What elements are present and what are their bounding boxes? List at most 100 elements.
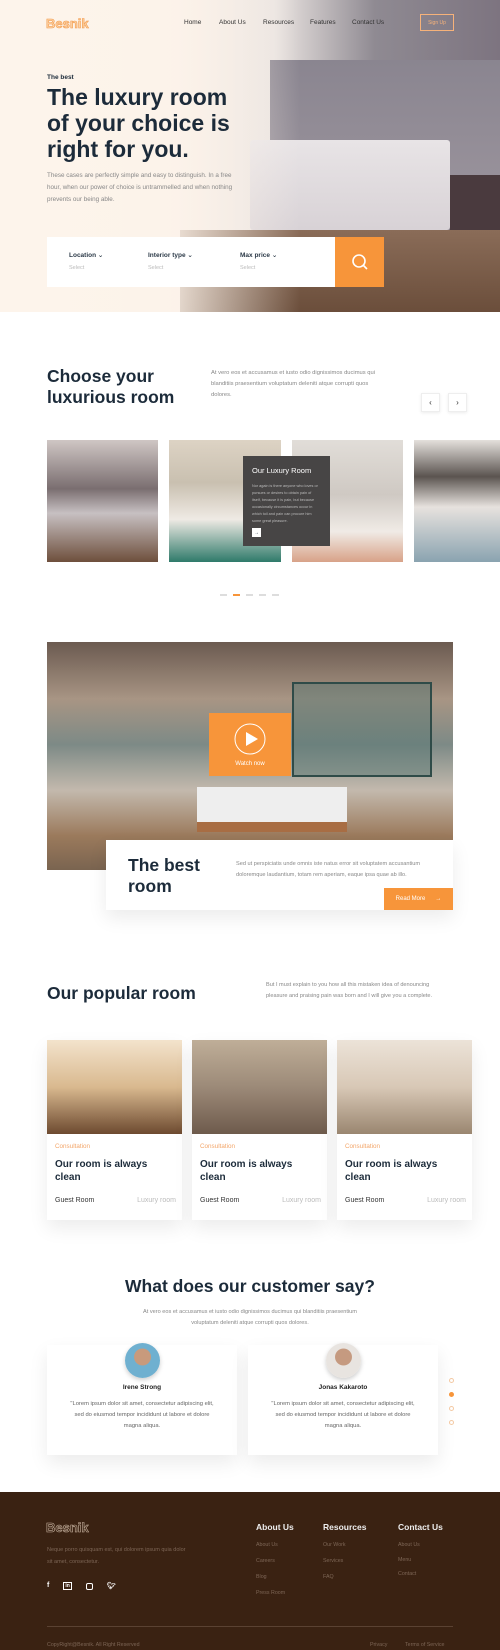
interior-type-select[interactable]: Interior type ⌄ Select	[148, 251, 193, 271]
testimonial-name: Jonas Kakaroto	[318, 1384, 368, 1391]
instagram-icon[interactable]	[85, 1583, 93, 1590]
testimonial-quote: "Lorem ipsum dolor sit amet, consectetur…	[70, 1401, 214, 1429]
room-card-title: Our room is always clean	[200, 1159, 293, 1183]
room-image[interactable]	[414, 440, 500, 562]
copyright: CopyRight@Besnik. All Right Reserved	[47, 1642, 140, 1648]
room-card-type: Guest Room	[55, 1197, 95, 1204]
chevron-down-icon: ⌄	[97, 252, 104, 259]
search-button[interactable]	[335, 237, 384, 287]
popular-title: Our popular room	[47, 983, 196, 1003]
footer-link[interactable]: About Us	[398, 1542, 420, 1548]
overlay-text: Nor again is there anyone who loves or p…	[252, 484, 318, 523]
carousel-dot[interactable]	[246, 594, 253, 596]
hero-description: These cases are perfectly simple and eas…	[47, 172, 233, 203]
footer-link[interactable]: Menu	[398, 1557, 411, 1563]
room-card-type: Guest Room	[345, 1197, 385, 1204]
testimonial-card: Irene Strong "Lorem ipsum dolor sit amet…	[47, 1343, 237, 1455]
room-card-type: Guest Room	[200, 1197, 240, 1204]
location-select[interactable]: Location ⌄ Select	[69, 251, 103, 271]
avatar	[124, 1343, 160, 1378]
footer: Besnik Neque porro quisquam est, qui dol…	[0, 1492, 500, 1650]
sign-up-button[interactable]: Sign Up	[420, 14, 454, 31]
room-card[interactable]: Consultation Our room is always clean Gu…	[47, 1040, 182, 1220]
room-card-tag: Luxury room	[282, 1197, 321, 1204]
watch-now-button[interactable]: Watch now	[209, 713, 291, 776]
popular-description: But I must explain to you how all this m…	[266, 982, 433, 999]
privacy-link[interactable]: Privacy	[370, 1642, 387, 1648]
testimonial-name: Irene Strong	[122, 1384, 162, 1391]
search-icon	[351, 254, 368, 270]
footer-column-title: Resources	[323, 1522, 367, 1532]
search-bar: Location ⌄ Select Interior type ⌄ Select M…	[47, 237, 335, 287]
choose-description: At vero eos et accusamus et iusto odio d…	[211, 370, 376, 398]
best-room-title: The best room	[128, 855, 200, 896]
footer-link[interactable]: Blog	[256, 1574, 267, 1580]
footer-link[interactable]: Services	[323, 1558, 343, 1564]
testimonial-quote: "Lorem ipsum dolor sit amet, consectetur…	[271, 1401, 415, 1429]
carousel-dot[interactable]	[220, 594, 227, 596]
chevron-down-icon: ⌄	[271, 252, 278, 259]
room-card-image	[47, 1040, 182, 1134]
footer-link[interactable]: Our Work	[323, 1542, 346, 1548]
nav-contact[interactable]: Contact Us	[352, 19, 384, 26]
footer-column-title: About Us	[256, 1522, 294, 1532]
hero-eyebrow: The best	[47, 74, 74, 81]
testimonial-dot[interactable]	[449, 1378, 454, 1383]
carousel-next-button[interactable]: ›	[448, 393, 467, 412]
nav-resources[interactable]: Resources	[263, 19, 294, 26]
footer-link[interactable]: Contact	[398, 1571, 416, 1577]
room-card-category: Consultation	[55, 1143, 91, 1150]
room-card-image	[192, 1040, 327, 1134]
footer-description: Neque porro quisquam est, qui dolorem ip…	[47, 1547, 186, 1565]
room-card[interactable]: Consultation Our room is always clean Gu…	[192, 1040, 327, 1220]
overlay-title: Our Luxury Room	[252, 466, 312, 475]
testimonial-dot[interactable]	[449, 1420, 454, 1425]
best-room-card: The best room Sed ut perspiciatis unde om…	[106, 840, 453, 910]
testimonials-description: At vero eos et accusamus et iusto odio d…	[143, 1309, 357, 1326]
max-price-select[interactable]: Max price ⌄ Select	[240, 251, 277, 271]
terms-link[interactable]: Terms of Service	[405, 1642, 444, 1648]
footer-link[interactable]: Press Room	[256, 1590, 285, 1596]
best-room-description: Sed ut perspiciatis unde omnis iste natu…	[236, 861, 421, 878]
footer-link[interactable]: FAQ	[323, 1574, 334, 1580]
room-card-tag: Luxury room	[137, 1197, 176, 1204]
footer-divider	[47, 1626, 453, 1627]
testimonial-dot[interactable]	[449, 1392, 454, 1397]
footer-logo[interactable]: Besnik	[46, 1520, 89, 1536]
footer-link[interactable]: Careers	[256, 1558, 275, 1564]
footer-link[interactable]: About Us	[256, 1542, 278, 1548]
logo[interactable]: Besnik	[46, 16, 89, 32]
arrow-right-icon: →	[435, 896, 442, 902]
carousel-dot[interactable]	[233, 594, 240, 596]
read-more-button[interactable]: Read More →	[384, 888, 453, 910]
avatar	[325, 1343, 361, 1378]
room-card-category: Consultation	[345, 1143, 381, 1150]
testimonial-dot[interactable]	[449, 1406, 454, 1411]
testimonial-card: Jonas Kakaroto "Lorem ipsum dolor sit am…	[248, 1343, 438, 1455]
nav-features[interactable]: Features	[310, 19, 336, 26]
room-card[interactable]: Consultation Our room is always clean Gu…	[337, 1040, 472, 1220]
room-card-title: Our room is always clean	[55, 1159, 148, 1183]
footer-column-title: Contact Us	[398, 1522, 443, 1532]
linkedin-icon[interactable]: in	[63, 1582, 72, 1590]
hero-title: The luxury room of your choice is right fo…	[47, 84, 230, 162]
room-overlay-card: Our Luxury Room Nor again is there anyon…	[243, 456, 330, 546]
room-image[interactable]	[47, 440, 158, 562]
twitter-icon[interactable]: 🐦︎	[107, 1582, 116, 1590]
room-card-title: Our room is always clean	[345, 1159, 438, 1183]
carousel-dot[interactable]	[259, 594, 266, 596]
nav-home[interactable]: Home	[184, 19, 201, 26]
room-card-category: Consultation	[200, 1143, 236, 1150]
testimonials-title: What does our customer say?	[125, 1276, 375, 1296]
arrow-right-icon[interactable]: →	[252, 528, 261, 537]
chevron-down-icon: ⌄	[187, 252, 193, 259]
carousel-dot[interactable]	[272, 594, 279, 596]
choose-title: Choose your luxurious room	[47, 366, 175, 407]
room-card-image	[337, 1040, 472, 1134]
facebook-icon[interactable]: f	[47, 1582, 49, 1590]
carousel-prev-button[interactable]: ‹	[421, 393, 440, 412]
social-links: f in 🐦︎	[47, 1582, 116, 1590]
nav-about[interactable]: About Us	[219, 19, 246, 26]
room-card-tag: Luxury room	[427, 1197, 466, 1204]
play-icon	[234, 723, 266, 754]
